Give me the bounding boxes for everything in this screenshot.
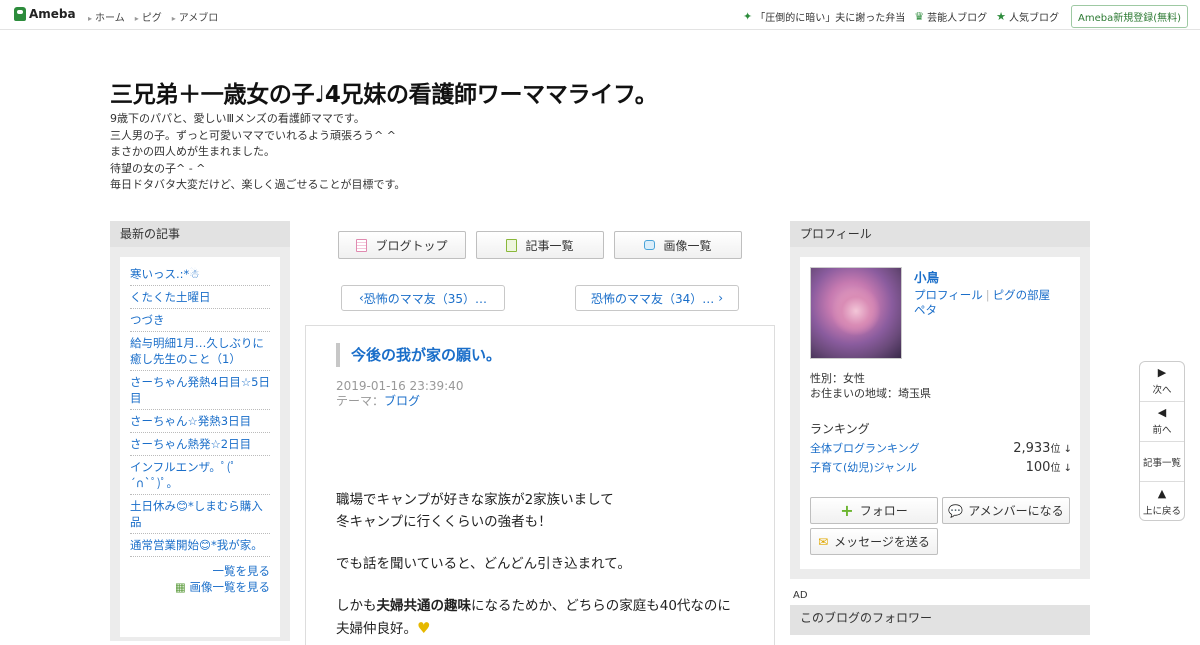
popular-blog-link[interactable]: ★ 人気ブログ <box>996 9 1059 24</box>
list-item[interactable]: つづき <box>130 309 270 332</box>
prev-post-button[interactable]: ‹ 恐怖のママ友（35）… <box>341 285 505 311</box>
chat-bubble-icon: 💬 <box>948 503 964 518</box>
article-list-button[interactable]: 記事一覧 <box>476 231 604 259</box>
top-nav: ホーム ピグ アメブロ <box>88 9 228 24</box>
list-item[interactable]: さーちゃん発熱4日目☆5日目 <box>130 371 270 410</box>
trending-link[interactable]: ✦ 「圧倒的に暗い」夫に謝った弁当 <box>743 9 905 24</box>
list-item[interactable]: さーちゃん熱発☆2日目 <box>130 433 270 456</box>
see-images-link[interactable]: ▦ 画像一覧を見る <box>130 579 270 595</box>
list-item[interactable]: 寒いっス.:*☃ <box>130 263 270 286</box>
copy-icon <box>506 238 518 252</box>
profile-links: プロフィール | ピグの部屋 ペタ <box>914 288 1051 317</box>
ranking-heading: ランキング <box>810 422 870 436</box>
register-button[interactable]: Ameba新規登録(無料) <box>1070 5 1188 28</box>
celebrity-blog-link[interactable]: ♛ 芸能人ブログ <box>914 9 987 24</box>
nav-home[interactable]: ホーム <box>88 9 125 24</box>
triangle-left-icon: ◀ <box>1157 406 1167 419</box>
next-post-button[interactable]: 恐怖のママ友（34）… › <box>575 285 739 311</box>
blog-top-button[interactable]: ブログトップ <box>338 231 466 259</box>
recent-articles-panel: 最新の記事 寒いっス.:*☃ くたくた土曜日 つづき 給与明細1月…久しぶりに癒… <box>110 221 290 641</box>
article-theme-link[interactable]: ブログ <box>384 394 420 408</box>
side-navigation: ▶ 次へ ◀ 前へ 記事一覧 ▲ 上に戻る <box>1139 361 1185 521</box>
heart-emoji-icon: ♥ <box>417 619 431 637</box>
article-meta: 2019-01-16 23:39:40 テーマ：ブログ <box>336 379 464 408</box>
image-list-button[interactable]: 画像一覧 <box>614 231 742 259</box>
blog-nav-buttons: ブログトップ 記事一覧 画像一覧 <box>338 231 752 259</box>
ranking-row-overall: 全体ブログランキング 2,933位 ↓ <box>810 441 1072 456</box>
envelope-icon: ✉ <box>818 534 829 549</box>
article-title[interactable]: 今後の我が家の願い。 <box>336 343 501 367</box>
back-to-top-button[interactable]: ▲ 上に戻る <box>1140 482 1184 520</box>
ameba-logo-icon <box>14 7 26 21</box>
message-button[interactable]: ✉ メッセージを送る <box>810 528 938 555</box>
camera-icon <box>644 240 656 250</box>
profile-name[interactable]: 小鳥 <box>914 267 939 286</box>
star-icon: ★ <box>996 10 1006 23</box>
crown-icon: ♛ <box>914 10 925 23</box>
ameba-logo[interactable]: Ameba <box>14 7 76 21</box>
article-list-nav-button[interactable]: 記事一覧 <box>1140 442 1184 482</box>
list-item[interactable]: インフルエンザ。ﾟ(ﾟ´∩`ﾟ)ﾟ。 <box>130 456 270 495</box>
nav-pigg[interactable]: ピグ <box>135 9 162 24</box>
sparkle-icon: ✦ <box>743 10 753 23</box>
ranking-row-genre: 子育て(幼児)ジャンル 100位 ↓ <box>810 460 1072 475</box>
profile-info: 性別：女性 お住まいの地域：埼玉県 <box>810 372 931 400</box>
list-item[interactable]: くたくた土曜日 <box>130 286 270 309</box>
top-right-links: ✦ 「圧倒的に暗い」夫に謝った弁当 ♛ 芸能人ブログ ★ 人気ブログ Ameba新規登… <box>734 5 1188 28</box>
plus-icon: + <box>840 501 854 520</box>
list-item[interactable]: 通常営業開始😊*我が家。 <box>130 534 270 557</box>
blog-description: 9歳下のパパと、愛しいⅢメンズの看護師ママです。 三人男の子。ずっと可愛いママで… <box>110 112 406 191</box>
list-item[interactable]: さーちゃん☆発熱3日目 <box>130 410 270 433</box>
followers-heading: このブログのフォロワー <box>790 605 1090 635</box>
recent-articles-list: 寒いっス.:*☃ くたくた土曜日 つづき 給与明細1月…久しぶりに癒し先生のこと… <box>120 257 280 637</box>
profile-heading: プロフィール <box>790 221 1090 247</box>
profile-panel: プロフィール 小鳥 プロフィール | ピグの部屋 ペタ 性別：女性 お住まいの地域：… <box>790 221 1090 579</box>
peta-link[interactable]: ペタ <box>914 303 937 317</box>
pigg-room-link[interactable]: ピグの部屋 <box>993 288 1051 302</box>
nav-ameblo[interactable]: アメブロ <box>172 9 219 24</box>
see-all-link[interactable]: 一覧を見る <box>130 563 271 579</box>
article-body: 職場でキャンプが好きな家族が2家族いまして 冬キャンプに行くくらいの強者も！ で… <box>336 492 731 637</box>
recent-articles-heading: 最新の記事 <box>110 221 290 247</box>
ad-label: AD <box>793 590 808 601</box>
triangle-right-icon: ▶ <box>1157 366 1167 379</box>
profile-box: 小鳥 プロフィール | ピグの部屋 ペタ 性別：女性 お住まいの地域：埼玉県 ランキ… <box>800 257 1080 569</box>
amember-button[interactable]: 💬 アメンバーになる <box>942 497 1070 524</box>
document-icon <box>356 238 368 252</box>
image-list-icon: ▦ <box>174 580 186 594</box>
article: 今後の我が家の願い。 2019-01-16 23:39:40 テーマ：ブログ 職… <box>305 325 775 645</box>
list-item[interactable]: 給与明細1月…久しぶりに癒し先生のこと（1） <box>130 332 270 371</box>
profile-link[interactable]: プロフィール <box>914 288 983 302</box>
list-item[interactable]: 土日休み😊*しまむら購入品 <box>130 495 270 534</box>
chevron-right-icon: › <box>718 291 724 305</box>
blog-title[interactable]: 三兄弟＋一歳女の子♩4兄妹の看護師ワーママライフ。 <box>110 75 658 109</box>
article-date: 2019-01-16 23:39:40 <box>336 379 464 393</box>
top-bar: Ameba ホーム ピグ アメブロ ✦「圧倒的に暗い」夫に謝った弁当 ♛芸能人ブ… <box>0 0 1200 30</box>
next-button[interactable]: ▶ 次へ <box>1140 362 1184 402</box>
prev-button[interactable]: ◀ 前へ <box>1140 402 1184 442</box>
follow-button[interactable]: + フォロー <box>810 497 938 524</box>
triangle-up-icon: ▲ <box>1157 486 1167 500</box>
avatar[interactable] <box>810 267 902 359</box>
